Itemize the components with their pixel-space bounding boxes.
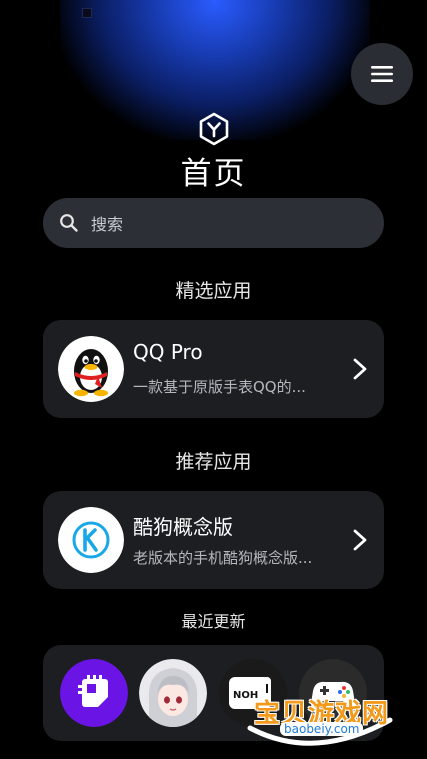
page-title: 首页 (180, 156, 247, 192)
chevron-right-icon (353, 529, 367, 551)
search-bar[interactable]: 搜索 (43, 198, 384, 248)
chevron-right-icon (353, 358, 367, 380)
hamburger-menu-icon (371, 66, 393, 82)
recommended-section-title: 推荐应用 (175, 451, 252, 473)
recommended-app-name: 酷狗概念版 (133, 515, 233, 539)
menu-button[interactable] (351, 43, 413, 105)
hexagon-y-logo-icon (199, 112, 229, 146)
qq-penguin-icon (58, 336, 124, 402)
featured-app-description: 一款基于原版手表QQ的... (133, 378, 306, 396)
watermark: 宝贝游戏网 baobeiy.com (244, 680, 396, 750)
anime-avatar-icon[interactable] (139, 659, 207, 727)
recent-section-title: 最近更新 (181, 612, 246, 631)
watermark-url: baobeiy.com (280, 722, 364, 736)
chip-app-icon[interactable] (60, 659, 128, 727)
kugou-k-icon (58, 507, 124, 573)
status-indicator (82, 8, 92, 18)
search-icon (60, 214, 78, 232)
featured-app-name: QQ Pro (133, 340, 203, 364)
featured-section-title: 精选应用 (175, 280, 252, 302)
recommended-app-card[interactable]: 酷狗概念版 老版本的手机酷狗概念版... (43, 491, 384, 589)
search-input[interactable]: 搜索 (91, 211, 123, 235)
featured-app-card[interactable]: QQ Pro 一款基于原版手表QQ的... (43, 320, 384, 418)
recommended-app-description: 老版本的手机酷狗概念版... (133, 549, 313, 567)
